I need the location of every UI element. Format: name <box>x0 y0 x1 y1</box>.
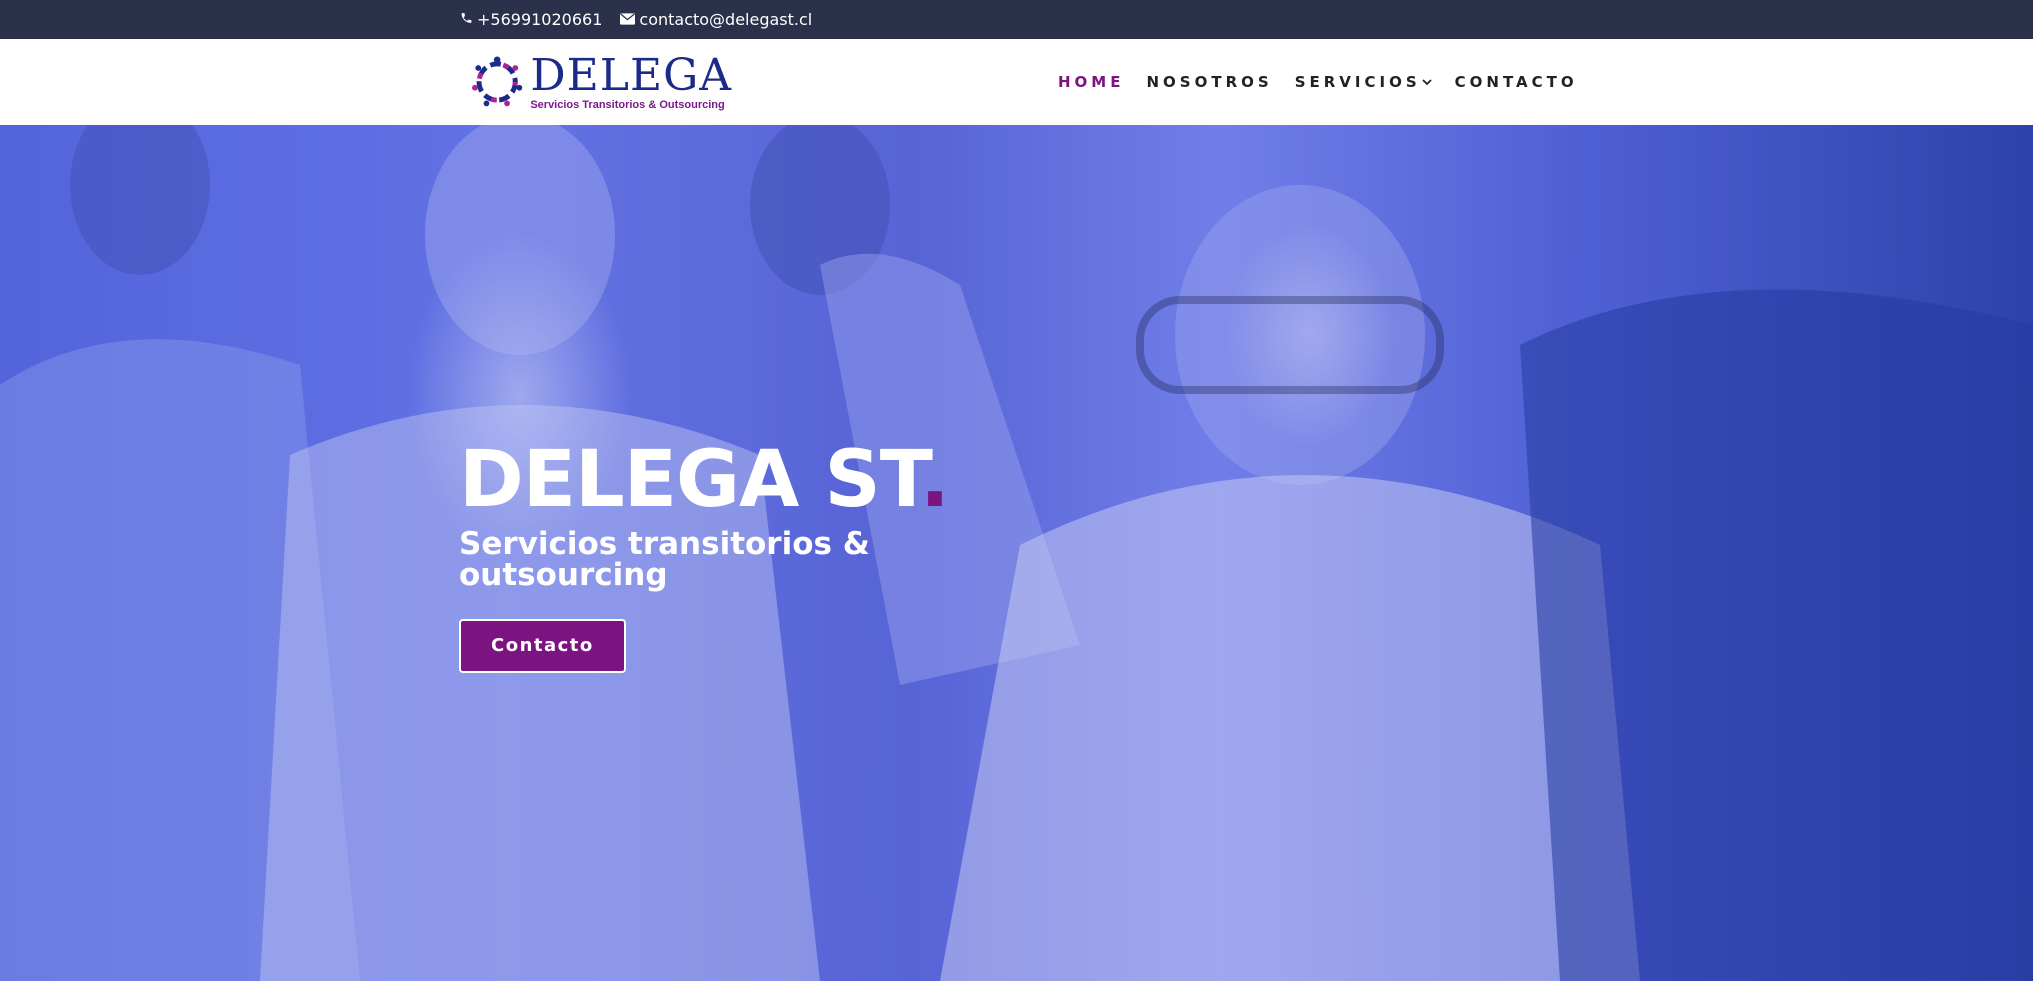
hero-subtitle: Servicios transitorios & outsourcing <box>459 526 870 593</box>
hero-content: DELEGA ST. Servicios transitorios & outs… <box>459 435 950 673</box>
hero-title-text: DELEGA ST <box>459 435 921 525</box>
envelope-icon <box>620 10 639 29</box>
main-nav: HOME NOSOTROS SERVICIOS CONTACTO <box>1058 39 1600 125</box>
hero-color-overlay <box>0 125 2033 981</box>
logo-name: DELEGA <box>530 49 732 101</box>
nav-servicios[interactable]: SERVICIOS <box>1295 73 1433 91</box>
email-address: contacto@delegast.cl <box>639 10 813 29</box>
phone-contact[interactable]: +56991020661 <box>460 10 602 29</box>
site-logo[interactable]: DELEGA Servicios Transitorios & Outsourc… <box>470 49 732 115</box>
logo-ring-icon <box>472 56 523 107</box>
nav-nosotros-label: NOSOTROS <box>1146 73 1273 91</box>
contacto-button[interactable]: Contacto <box>459 619 626 673</box>
phone-icon <box>460 10 477 29</box>
nav-home[interactable]: HOME <box>1058 73 1124 91</box>
email-contact[interactable]: contacto@delegast.cl <box>620 10 812 29</box>
logo-text: DELEGA Servicios Transitorios & Outsourc… <box>530 49 732 111</box>
hero-title: DELEGA ST. <box>459 435 950 525</box>
top-contact-info: +56991020661 contacto@delegast.cl <box>460 0 830 39</box>
logo-tagline: Servicios Transitorios & Outsourcing <box>530 98 725 111</box>
phone-number: +56991020661 <box>477 10 603 29</box>
nav-home-label: HOME <box>1058 73 1125 91</box>
chevron-down-icon <box>1421 79 1432 86</box>
nav-nosotros[interactable]: NOSOTROS <box>1146 73 1272 91</box>
top-contact-bar: +56991020661 contacto@delegast.cl <box>0 0 2033 39</box>
nav-contacto-label: CONTACTO <box>1454 73 1578 91</box>
nav-contacto[interactable]: CONTACTO <box>1455 73 1578 91</box>
hero-title-dot: . <box>920 435 950 525</box>
hero-section: DELEGA ST. Servicios transitorios & outs… <box>0 125 2033 981</box>
site-header: DELEGA Servicios Transitorios & Outsourc… <box>0 39 2033 125</box>
nav-servicios-label: SERVICIOS <box>1294 73 1421 91</box>
